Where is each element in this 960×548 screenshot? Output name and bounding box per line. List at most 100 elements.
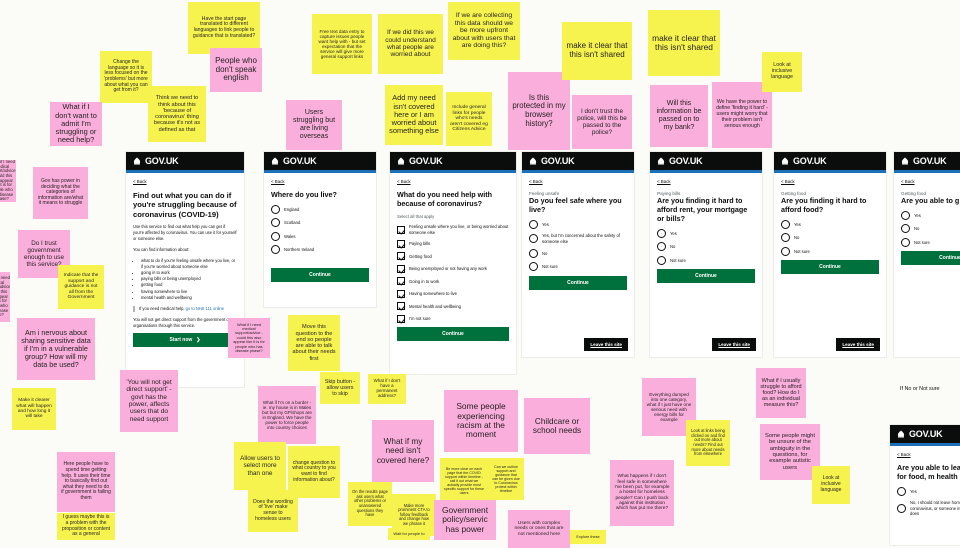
sticky-note[interactable]: Childcare or school needs	[524, 398, 590, 454]
radio-option-scotland[interactable]: Scotland	[271, 218, 369, 228]
back-link[interactable]: < Back	[271, 179, 369, 184]
continue-button[interactable]: Continue	[529, 275, 627, 290]
continue-button[interactable]: Continue	[901, 251, 960, 266]
sticky-note[interactable]: Think we need to think about this 'becau…	[148, 86, 206, 142]
sticky-note[interactable]: Indicate that the support and guidance i…	[58, 265, 104, 309]
sticky-note[interactable]: What happens if I don't feel safe in som…	[610, 460, 674, 526]
sticky-note[interactable]: What if I need medical support/advice - …	[0, 160, 16, 202]
sticky-note[interactable]: What if I don't have a permanent address…	[368, 374, 406, 404]
sticky-note[interactable]: Some people might be unsure of the ambig…	[760, 424, 820, 480]
continue-button[interactable]: Continue	[397, 327, 509, 342]
sticky-note[interactable]: Does the wording of 'live' make sense to…	[248, 490, 298, 532]
radio-option-no[interactable]: No	[781, 233, 879, 243]
sticky-note[interactable]: Skip button - allow users to skip	[320, 372, 360, 404]
sticky-note[interactable]: Free text data entry to capture issues p…	[312, 14, 372, 74]
sticky-note[interactable]: Move this question to the end so people …	[288, 315, 340, 371]
continue-button[interactable]: Continue	[657, 269, 755, 284]
back-link[interactable]: < Back	[397, 179, 509, 184]
sticky-note[interactable]: On the results page ask users what other…	[348, 482, 392, 526]
sticky-note[interactable]: Here people have to spend time getting h…	[57, 452, 115, 512]
sticky-note[interactable]: Look at inclusive language	[812, 466, 850, 504]
govuk-card-paying-bills[interactable]: GOV.UK < Back Paying bills Are you findi…	[650, 152, 762, 357]
radio-option-wales[interactable]: Wales	[271, 231, 369, 241]
checkbox-option-not-sure[interactable]: I'm not sure	[397, 314, 509, 323]
govuk-card-need-help[interactable]: GOV.UK < Back What do you need help with…	[390, 152, 516, 374]
radio-option-yes[interactable]: Yes	[529, 219, 627, 229]
sticky-note[interactable]: Look at links being clicked on and find …	[686, 420, 730, 466]
sticky-note[interactable]: Wait for people to	[388, 528, 430, 540]
checkbox-option-somewhere-to-live[interactable]: Having somewhere to live	[397, 289, 509, 298]
sticky-note[interactable]: I don't trust the police, will this be p…	[572, 95, 632, 149]
radio-option-england[interactable]: England	[271, 204, 369, 214]
govuk-card-get-food[interactable]: GOV.UK < Back Getting food Are you able …	[894, 152, 960, 357]
whiteboard-canvas[interactable]: GOV.UK < Back Find out what you can do i…	[0, 0, 960, 548]
checkbox-option-paying-bills[interactable]: Paying bills	[397, 239, 509, 248]
sticky-note[interactable]: Change the language so it is less focuse…	[100, 51, 152, 103]
sticky-note[interactable]: Am i nervous about sharing sensitive dat…	[17, 318, 95, 380]
sticky-note[interactable]: make it clear that this isn't shared	[648, 10, 720, 76]
govuk-card-afford-food[interactable]: GOV.UK < Back Getting food Are you findi…	[774, 152, 886, 357]
sticky-note[interactable]: Be more clear on each page that the COVI…	[440, 458, 488, 504]
govuk-card-feel-safe[interactable]: GOV.UK < Back Feeling unsafe Do you feel…	[522, 152, 634, 357]
sticky-note[interactable]: Will this information be passed on to my…	[650, 85, 708, 147]
leave-this-site-button[interactable]: Leave this site	[712, 338, 756, 351]
sticky-note[interactable]: If we are collecting this data should we…	[448, 2, 520, 60]
radio-option-not-sure[interactable]: Not sure	[901, 237, 960, 247]
sticky-note[interactable]: Can we outline support and guidance that…	[488, 458, 524, 500]
sticky-note[interactable]: Gov has power in deciding what the categ…	[33, 167, 88, 219]
sticky-note[interactable]: Is this protected in my browser history?	[508, 72, 570, 150]
leave-this-site-button[interactable]: Leave this site	[836, 338, 880, 351]
checkbox-option-unemployed[interactable]: Being unemployed or not having any work	[397, 264, 509, 273]
sticky-note[interactable]: Explore these	[570, 530, 606, 544]
radio-option-no[interactable]: No	[901, 224, 960, 234]
checkbox-option-feeling-unsafe[interactable]: Feeling unsafe where you live, or being …	[397, 224, 509, 235]
radio-option-yes[interactable]: Yes	[781, 219, 879, 229]
sticky-note[interactable]: People who don't speak english	[210, 48, 262, 92]
sticky-note[interactable]: What if I need medical support/advice - …	[0, 272, 10, 322]
nhs-111-link[interactable]: go to NHS 111 online	[186, 306, 224, 311]
sticky-note[interactable]: What if I don't want to admit I'm strugg…	[50, 102, 102, 146]
back-link[interactable]: < Back	[657, 179, 755, 184]
govuk-card-leave-home[interactable]: GOV.UK < Back Are you able to leave home…	[890, 425, 960, 545]
sticky-note[interactable]: Government policy/servic has power	[434, 500, 496, 540]
radio-option-no[interactable]: No	[657, 242, 755, 252]
sticky-note[interactable]: If we did this we could understand what …	[378, 14, 443, 74]
sticky-note[interactable]: Have the start page translated to differ…	[188, 2, 260, 54]
sticky-note[interactable]: Users struggling but are living overseas	[286, 100, 342, 150]
sticky-note[interactable]: I guess maybe this is a problem with the…	[57, 513, 115, 540]
sticky-note[interactable]: Allow users to select more than one	[234, 442, 286, 490]
back-link[interactable]: < Back	[897, 452, 960, 457]
back-link[interactable]: < Back	[133, 179, 237, 184]
radio-option-yes-concerned[interactable]: Yes, but I'm concerned about the safety …	[529, 233, 627, 244]
govuk-card-start[interactable]: GOV.UK < Back Find out what you can do i…	[126, 152, 244, 387]
checkbox-option-going-to-work[interactable]: Going in to work	[397, 277, 509, 286]
sticky-note[interactable]: make it clear that this isn't shared	[562, 22, 632, 80]
radio-option-not-sure[interactable]: Not sure	[657, 255, 755, 265]
radio-option-yes[interactable]: Yes	[901, 210, 960, 220]
sticky-note[interactable]: Users with complex needs or ones that ar…	[508, 510, 570, 548]
back-link[interactable]: < Back	[781, 179, 879, 184]
leave-this-site-button[interactable]: Leave this site	[584, 338, 628, 351]
radio-option-no[interactable]: No	[529, 248, 627, 258]
sticky-note[interactable]: What if I usually struggle to afford foo…	[756, 368, 806, 418]
sticky-note[interactable]: What if my need isn't covered here?	[372, 420, 434, 482]
radio-option-yes[interactable]: Yes	[657, 228, 755, 238]
checkbox-option-mental-health[interactable]: Mental health and wellbeing	[397, 302, 509, 311]
radio-option-not-sure[interactable]: Not sure	[781, 246, 879, 256]
sticky-note[interactable]: Include general links for people who's n…	[446, 92, 492, 146]
sticky-note[interactable]: Some people experiencing racism at the m…	[444, 390, 518, 452]
sticky-note[interactable]: Make it clearer what will happen and how…	[12, 388, 56, 430]
radio-option-yes[interactable]: Yes	[897, 486, 960, 496]
radio-option-no-should-not-leave[interactable]: No, I should not leave home, I have coro…	[897, 500, 960, 516]
start-now-button[interactable]: Start now ❯	[133, 333, 237, 348]
back-link[interactable]: < Back	[529, 179, 627, 184]
back-link[interactable]: < Back	[901, 179, 960, 184]
continue-button[interactable]: Continue	[271, 268, 369, 283]
sticky-note[interactable]: Add my need isn't covered here or I am w…	[385, 85, 443, 145]
sticky-note[interactable]: What if I'm on a border - ie. my house i…	[258, 386, 316, 444]
sticky-note[interactable]: What if I need medical support/advice - …	[228, 318, 270, 358]
govuk-card-where-live[interactable]: GOV.UK < Back Where do you live? England…	[264, 152, 376, 307]
continue-button[interactable]: Continue	[781, 260, 879, 275]
radio-option-northern-ireland[interactable]: Northern Ireland	[271, 245, 369, 255]
checkbox-option-getting-food[interactable]: Getting food	[397, 252, 509, 261]
